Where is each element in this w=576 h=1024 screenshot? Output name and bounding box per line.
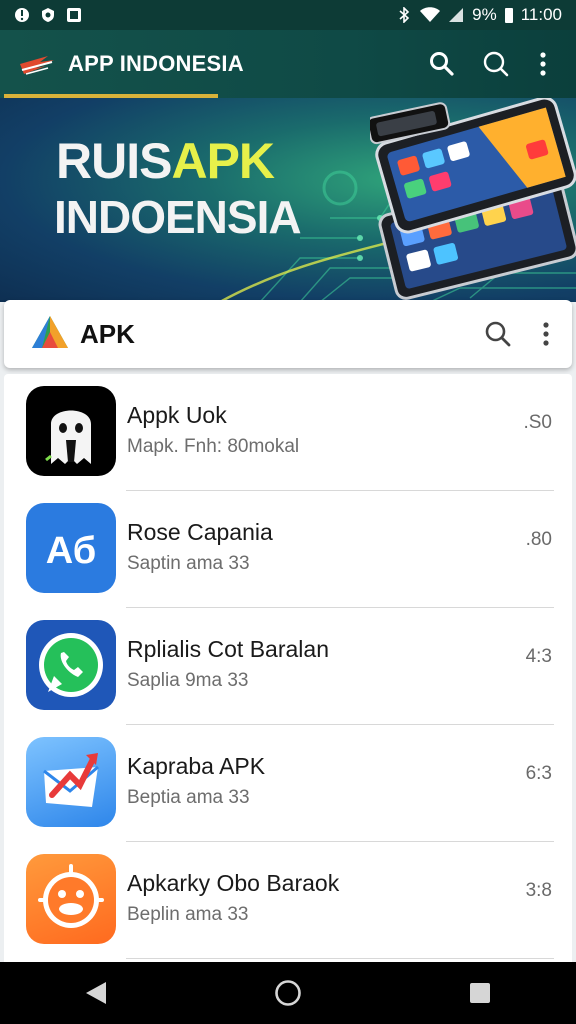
mail-arrow-icon: [26, 737, 116, 827]
apk-search-card[interactable]: APK: [4, 300, 572, 368]
app-subtitle: Beptia ama 33: [127, 787, 250, 808]
app-value: 4:3: [525, 646, 552, 667]
status-left-icons: [14, 7, 82, 23]
app-name: Apkarky Obo Baraok: [127, 870, 340, 896]
apk-menu-button[interactable]: [534, 312, 558, 356]
apk-search-button[interactable]: [476, 312, 520, 356]
app-title: APP INDONESIA: [68, 51, 244, 76]
app-list: Appk Uok Mapk. Fnh: 80mokal .S0 Аб Rose …: [4, 374, 572, 962]
signal-icon: [449, 8, 464, 22]
hero-title-line1: RUISAPK: [56, 133, 275, 189]
divider: [126, 958, 554, 959]
apk-label: APK: [80, 318, 135, 349]
app-name: Kapraba APK: [127, 753, 266, 779]
hero-banner[interactable]: RUISAPK INDOENSIA: [0, 98, 576, 302]
app-name: Rplialis Cot Baralan: [127, 636, 329, 662]
duck-face-icon: [26, 854, 116, 944]
battery-text: 9%: [472, 5, 497, 24]
app-value: 6:3: [525, 763, 552, 784]
app-value: .80: [525, 529, 552, 550]
svg-text:Аб: Аб: [46, 530, 96, 572]
app-name: Rose Capania: [127, 519, 273, 545]
battery-icon: [504, 8, 513, 23]
back-icon: [86, 982, 106, 1004]
list-item[interactable]: Appk Uok Mapk. Fnh: 80mokal .S0: [4, 374, 572, 491]
search-icon: [485, 321, 511, 347]
overflow-menu-button[interactable]: [528, 42, 558, 86]
wifi-icon: [420, 7, 441, 22]
status-bar: 9% 11:00: [0, 0, 576, 30]
ab-text-icon: Аб: [26, 503, 116, 593]
status-right: 9% 11:00: [396, 5, 562, 25]
system-nav-bar: [0, 962, 576, 1024]
app-bar: APP INDONESIA: [0, 30, 576, 98]
notification-icon: [15, 8, 29, 22]
phones-illustration: [370, 98, 576, 300]
search-icon: [430, 52, 454, 76]
image-icon: [67, 8, 81, 22]
app-value: .S0: [523, 412, 552, 433]
search-icon: [483, 51, 509, 77]
list-item[interactable]: Apkarky Obo Baraok Beplin ama 33 3:8: [4, 842, 572, 959]
search-button[interactable]: [420, 42, 464, 86]
whatsapp-icon: [26, 620, 116, 710]
app-value: 3:8: [525, 880, 552, 901]
list-item[interactable]: Rplialis Cot Baralan Saplia 9ma 33 4:3: [4, 608, 572, 725]
search-button-secondary[interactable]: [474, 42, 518, 86]
list-item[interactable]: Kapraba APK Beptia ama 33 6:3: [4, 725, 572, 842]
shield-icon: [42, 8, 54, 22]
app-name: Appk Uok: [127, 402, 227, 428]
more-vert-icon: [543, 322, 549, 346]
ghost-icon: [26, 386, 116, 476]
app-logo-icon: [20, 56, 54, 75]
clock: 11:00: [520, 5, 562, 24]
back-button[interactable]: [66, 968, 126, 1018]
home-icon: [275, 980, 301, 1006]
app-subtitle: Beplin ama 33: [127, 904, 249, 925]
more-vert-icon: [540, 52, 546, 76]
app-subtitle: Mapk. Fnh: 80mokal: [127, 436, 300, 457]
list-item[interactable]: Аб Rose Capania Saptin ama 33 .80: [4, 491, 572, 608]
bluetooth-icon: [399, 7, 410, 23]
app-subtitle: Saptin ama 33: [127, 553, 250, 574]
apk-brand-icon: [32, 316, 68, 348]
recents-button[interactable]: [450, 968, 510, 1018]
app-subtitle: Saplia 9ma 33: [127, 670, 249, 691]
hero-title-line2: INDOENSIA: [54, 191, 302, 243]
home-button[interactable]: [258, 968, 318, 1018]
recents-icon: [470, 983, 490, 1003]
